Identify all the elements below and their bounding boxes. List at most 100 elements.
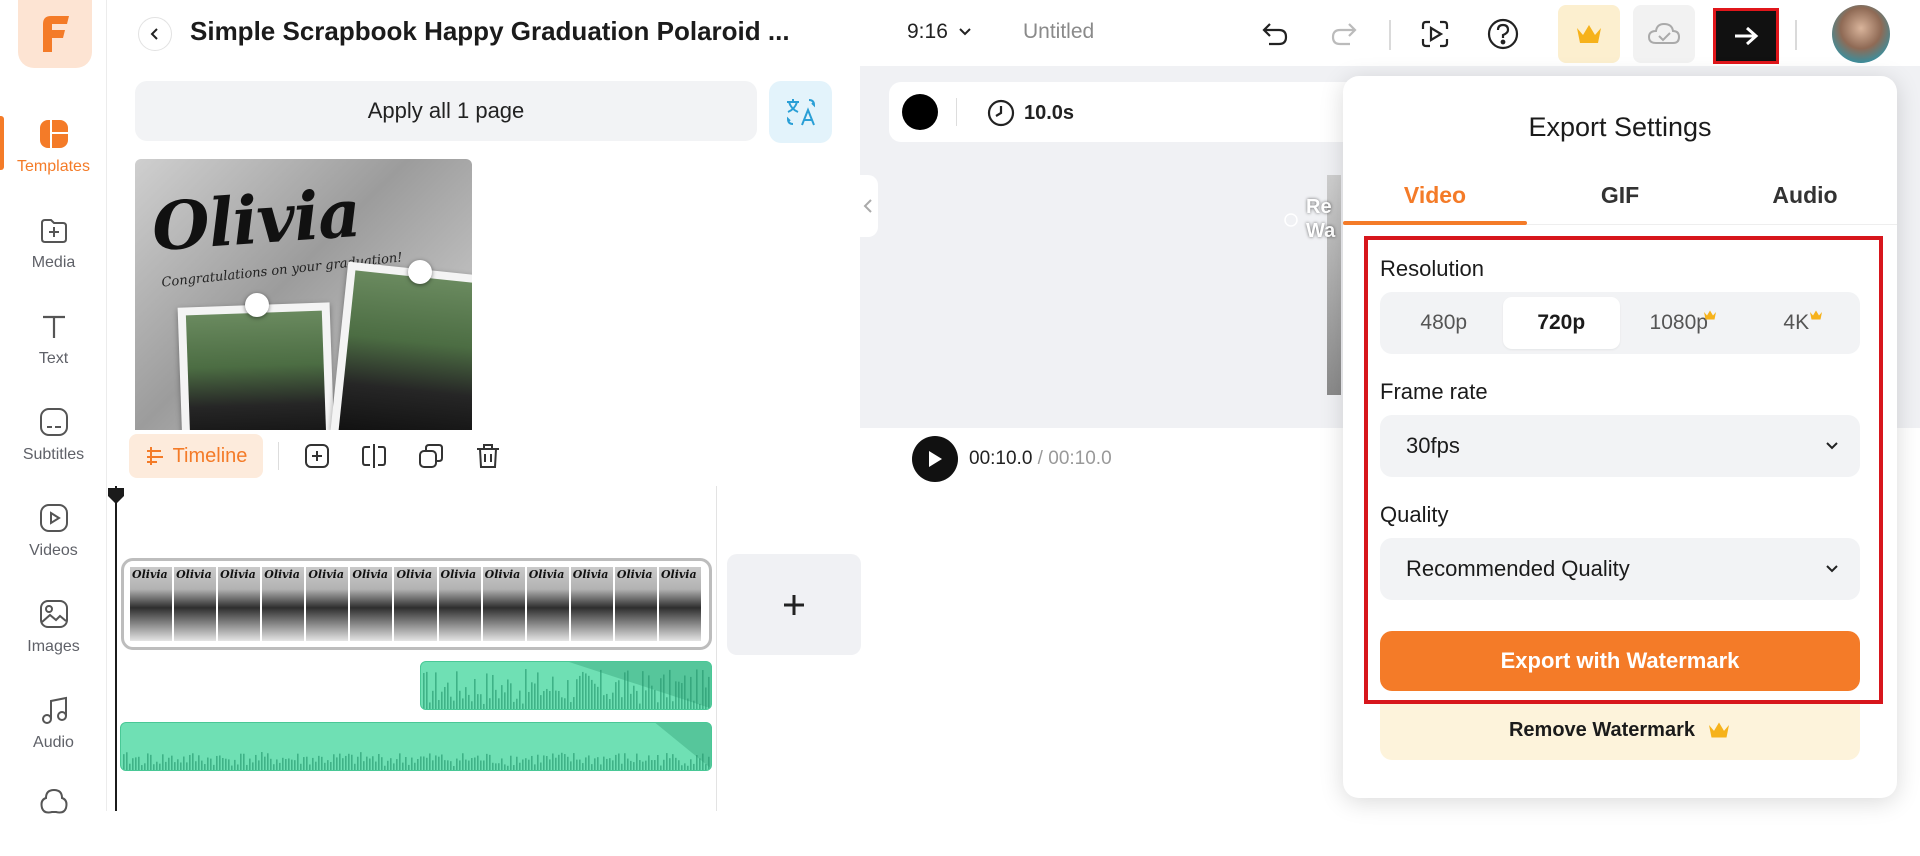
waveform-bar bbox=[552, 676, 554, 709]
duplicate-button[interactable] bbox=[413, 438, 449, 474]
sidebar-item-media[interactable]: Media bbox=[0, 200, 107, 284]
subtitles-icon bbox=[36, 404, 72, 440]
timeline-button[interactable]: Timeline bbox=[129, 434, 263, 478]
waveform-bar bbox=[654, 760, 656, 770]
cloud-save-button[interactable] bbox=[1633, 5, 1695, 63]
tab-video[interactable]: Video bbox=[1343, 182, 1527, 209]
waveform-bar bbox=[162, 754, 164, 770]
waveform-bar bbox=[492, 762, 494, 770]
sidebar-item-text[interactable]: Text bbox=[0, 296, 107, 380]
waveform-bar bbox=[609, 758, 611, 770]
collapse-panel-button[interactable] bbox=[858, 175, 878, 237]
clip-frame bbox=[218, 567, 261, 641]
waveform-bar bbox=[453, 765, 455, 770]
waveform-bar bbox=[474, 678, 476, 709]
delete-button[interactable] bbox=[470, 438, 506, 474]
waveform-bar bbox=[495, 689, 497, 709]
play-button[interactable] bbox=[912, 436, 958, 482]
aspect-ratio-selector[interactable]: 9:16 bbox=[907, 20, 972, 44]
sidebar-item-videos[interactable]: Videos bbox=[0, 488, 107, 572]
waveform-bar bbox=[489, 698, 491, 709]
sidebar-item-templates[interactable]: Templates bbox=[0, 104, 107, 188]
waveform-bar bbox=[579, 675, 581, 709]
playhead[interactable] bbox=[115, 486, 117, 811]
audio-track-1[interactable] bbox=[420, 661, 712, 710]
waveform-bar bbox=[231, 765, 233, 770]
app-logo[interactable] bbox=[18, 0, 92, 68]
duration-control[interactable]: 10.0s bbox=[986, 98, 1074, 128]
waveform-bar bbox=[660, 765, 662, 770]
waveform-bar bbox=[492, 674, 494, 709]
premium-button[interactable] bbox=[1558, 5, 1620, 63]
waveform-bar bbox=[672, 701, 674, 709]
waveform-bar bbox=[534, 683, 536, 709]
sidebar-item-audio[interactable]: Audio bbox=[0, 680, 107, 764]
translate-icon bbox=[786, 99, 815, 126]
sidebar-item-subtitles[interactable]: Subtitles bbox=[0, 392, 107, 476]
plus-icon bbox=[784, 594, 804, 615]
waveform-bar bbox=[249, 758, 251, 770]
apply-all-button[interactable]: Apply all 1 page bbox=[135, 81, 757, 141]
audio-track-2[interactable] bbox=[120, 722, 712, 771]
waveform-bar bbox=[567, 756, 569, 770]
waveform-bar bbox=[606, 693, 608, 709]
template-thumbnail[interactable]: Olivia Congratulations on your graduatio… bbox=[135, 159, 472, 430]
video-clip[interactable]: 01 bbox=[121, 558, 712, 650]
waveform-bar bbox=[213, 764, 215, 770]
chevron-down-icon bbox=[959, 28, 971, 36]
remove-watermark-label: Remove Watermark bbox=[1508, 718, 1695, 741]
crown-icon bbox=[1577, 25, 1601, 43]
undo-button[interactable] bbox=[1255, 14, 1295, 54]
add-clip-button[interactable] bbox=[727, 554, 861, 655]
tab-gif[interactable]: GIF bbox=[1528, 182, 1712, 209]
waveform bbox=[123, 723, 711, 770]
waveform-bar bbox=[498, 698, 500, 709]
waveform-bar bbox=[498, 763, 500, 770]
waveform-bar bbox=[516, 698, 518, 709]
redo-button[interactable] bbox=[1324, 14, 1364, 54]
waveform-bar bbox=[582, 671, 584, 709]
waveform-bar bbox=[237, 764, 239, 770]
waveform-bar bbox=[291, 759, 293, 770]
sidebar-item-label: Subtitles bbox=[22, 446, 85, 463]
remove-watermark-button[interactable]: Remove Watermark bbox=[1380, 700, 1860, 760]
waveform-bar bbox=[489, 754, 491, 770]
watermark-peek: Re Wa bbox=[1282, 195, 1335, 243]
sidebar-item-more[interactable] bbox=[0, 772, 107, 856]
split-button[interactable] bbox=[356, 438, 392, 474]
current-time: 00:10.0 bbox=[969, 448, 1033, 469]
waveform-bar bbox=[501, 758, 503, 770]
waveform-bar bbox=[222, 758, 224, 770]
sidebar-item-images[interactable]: Images bbox=[0, 584, 107, 668]
waveform-bar bbox=[216, 755, 218, 770]
clip-frame bbox=[130, 567, 173, 641]
waveform-bar bbox=[210, 758, 212, 770]
waveform-bar bbox=[309, 764, 311, 770]
clip-frame bbox=[570, 567, 613, 641]
add-page-button[interactable] bbox=[299, 438, 335, 474]
waveform-bar bbox=[480, 694, 482, 709]
waveform-bar bbox=[336, 757, 338, 770]
preview-button[interactable] bbox=[1415, 14, 1455, 54]
help-button[interactable] bbox=[1483, 14, 1523, 54]
waveform-bar bbox=[246, 764, 248, 770]
shapes-icon bbox=[36, 784, 72, 820]
waveform-bar bbox=[225, 758, 227, 770]
waveform bbox=[423, 662, 711, 709]
export-button[interactable] bbox=[1713, 8, 1779, 64]
user-avatar[interactable] bbox=[1832, 5, 1890, 63]
waveform-bar bbox=[591, 679, 593, 709]
waveform-bar bbox=[303, 757, 305, 770]
translate-button[interactable] bbox=[769, 81, 832, 143]
waveform-bar bbox=[642, 761, 644, 770]
waveform-bar bbox=[561, 697, 563, 709]
back-button[interactable] bbox=[138, 17, 172, 51]
background-color-swatch[interactable] bbox=[902, 94, 938, 130]
waveform-bar bbox=[135, 757, 137, 770]
waveform-bar bbox=[507, 679, 509, 709]
waveform-bar bbox=[636, 690, 638, 709]
project-name[interactable]: Untitled bbox=[1023, 20, 1094, 44]
waveform-bar bbox=[267, 753, 269, 770]
waveform-bar bbox=[687, 765, 689, 770]
tab-audio[interactable]: Audio bbox=[1713, 182, 1897, 209]
